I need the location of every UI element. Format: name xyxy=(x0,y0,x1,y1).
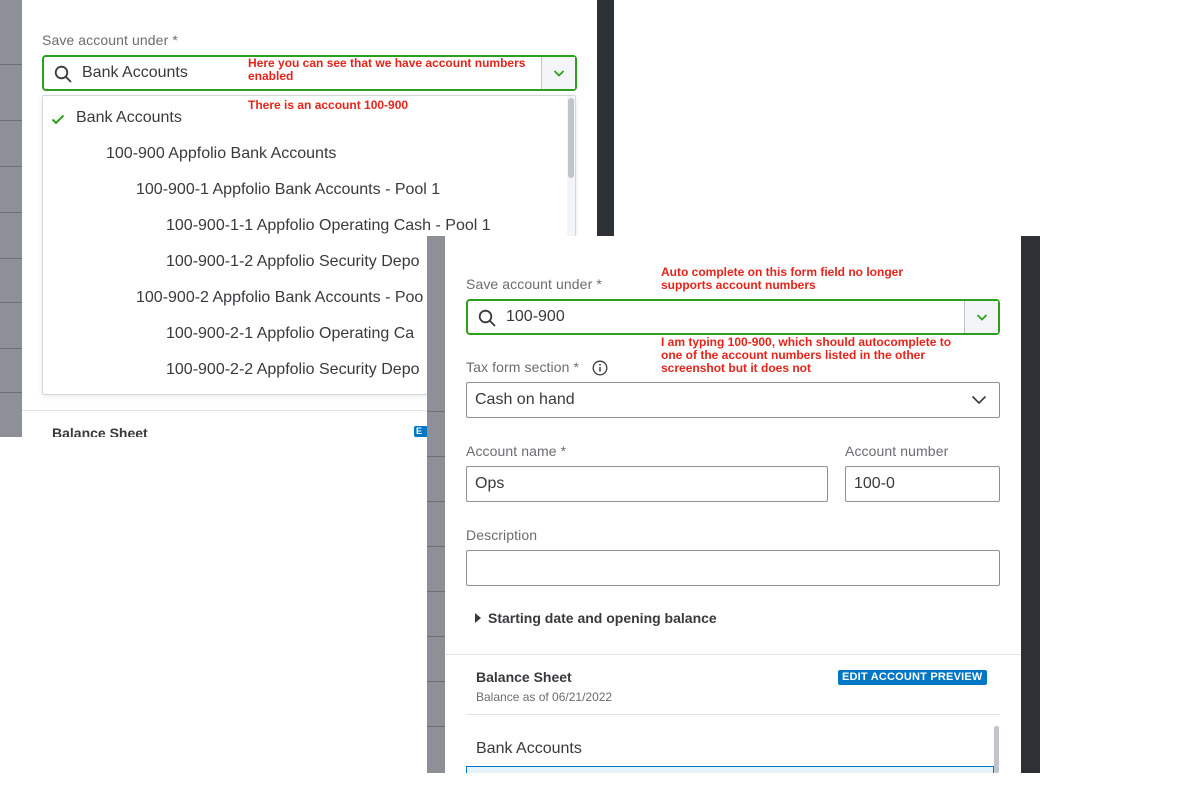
annotation-account-exists: There is an account 100-900 xyxy=(248,98,409,112)
scrollbar-thumb[interactable] xyxy=(568,98,574,178)
search-icon xyxy=(478,309,496,327)
tax-form-value: Cash on hand xyxy=(475,391,575,408)
chevron-down-icon xyxy=(976,314,988,321)
description-input[interactable] xyxy=(466,550,1000,586)
account-name-value: Ops xyxy=(475,475,505,492)
save-under-input-value[interactable]: 100-900 xyxy=(506,308,565,326)
dropdown-option[interactable]: 100-900 Appfolio Bank Accounts xyxy=(43,136,336,172)
account-name-input[interactable]: Ops xyxy=(466,466,828,502)
preview-highlighted-row xyxy=(466,766,994,773)
dropdown-option[interactable]: 100-900-1 Appfolio Bank Accounts - Pool … xyxy=(43,172,440,208)
save-under-label: Save account under * xyxy=(466,276,602,292)
edit-preview-badge[interactable]: E xyxy=(414,426,428,437)
save-under-value: Bank Accounts xyxy=(82,64,188,81)
description-label: Description xyxy=(466,527,538,543)
starting-balance-label: Starting date and opening balance xyxy=(488,610,717,626)
preview-scrollbar[interactable] xyxy=(994,726,999,773)
dropdown-toggle-button[interactable] xyxy=(964,301,998,333)
save-under-label: Save account under * xyxy=(42,32,178,48)
right-dark-strip xyxy=(1021,236,1040,773)
dropdown-option[interactable]: 100-900-2-1 Appfolio Operating Ca xyxy=(43,316,414,352)
tax-form-select[interactable]: Cash on hand xyxy=(466,382,1000,418)
search-icon xyxy=(54,65,72,83)
section-divider xyxy=(445,654,1021,655)
edit-account-preview-button[interactable]: EDIT ACCOUNT PREVIEW xyxy=(838,670,987,685)
preview-divider xyxy=(466,714,1000,715)
annotation-numbers-enabled: Here you can see that we have account nu… xyxy=(248,56,526,83)
account-form-panel: Save account under * Auto complete on th… xyxy=(445,236,1021,773)
annotation-autocomplete-issue: Auto complete on this form field no long… xyxy=(661,265,903,292)
account-number-label: Account number xyxy=(845,443,949,459)
chevron-down-icon xyxy=(971,395,987,405)
dropdown-option[interactable]: 100-900-2-2 Appfolio Security Depo xyxy=(43,352,420,388)
tax-form-label: Tax form section * xyxy=(466,359,580,375)
preview-item-bank-accounts: Bank Accounts xyxy=(476,740,582,757)
left-gutter xyxy=(0,0,22,437)
account-number-value: 100-0 xyxy=(854,475,895,492)
screenshot-typing-account: Save account under * Auto complete on th… xyxy=(427,236,1040,773)
dropdown-option[interactable]: 100-900-1-1 Appfolio Operating Cash - Po… xyxy=(43,208,491,244)
check-icon xyxy=(51,114,65,125)
chevron-down-icon xyxy=(553,70,565,77)
account-number-input[interactable]: 100-0 xyxy=(845,466,1000,502)
annotation-typing-note: I am typing 100-900, which should autoco… xyxy=(661,335,952,375)
dropdown-option[interactable]: 100-900-2 Appfolio Bank Accounts - Poo xyxy=(43,280,423,316)
caret-right-icon xyxy=(475,613,481,623)
balance-date: Balance as of 06/21/2022 xyxy=(476,690,613,704)
left-gutter xyxy=(427,236,445,773)
dropdown-option[interactable]: 100-900-1-2 Appfolio Security Depo xyxy=(43,244,420,280)
starting-balance-toggle[interactable]: Starting date and opening balance xyxy=(475,610,717,626)
info-icon[interactable] xyxy=(592,360,608,376)
save-under-combobox[interactable]: 100-900 xyxy=(466,299,1000,335)
account-name-label: Account name * xyxy=(466,443,567,459)
balance-sheet-title: Balance Sheet xyxy=(476,669,572,685)
dropdown-option[interactable]: Bank Accounts xyxy=(43,100,182,136)
balance-sheet-title: Balance Sheet xyxy=(52,425,148,437)
